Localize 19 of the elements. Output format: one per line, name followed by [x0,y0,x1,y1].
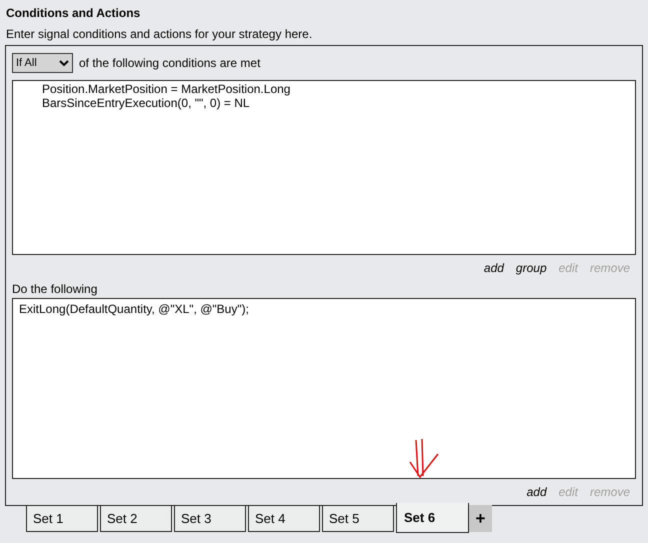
section-description: Enter signal conditions and actions for your strategy here. [6,26,314,43]
section-title: Conditions and Actions [6,5,142,22]
condition-caption: of the following conditions are met [79,55,260,72]
dropdown-caret-icon [59,60,69,66]
action-link[interactable]: add [526,483,547,502]
set-tab[interactable]: Set 4 [248,505,320,532]
action-line[interactable]: ExitLong(DefaultQuantity, @"XL", @"Buy"); [19,302,249,316]
action-link[interactable]: group [516,258,547,277]
action-link[interactable]: add [484,258,504,277]
set-tab[interactable]: Set 3 [174,505,246,532]
actions-caption: Do the following [12,280,98,297]
add-tab-button[interactable]: + [469,505,492,532]
condition-mode-dropdown[interactable]: If All [12,53,73,73]
condition-line[interactable]: BarsSinceEntryExecution(0, "", 0) = NL [42,96,250,110]
set-tab[interactable]: Set 1 [26,505,98,532]
set-tab[interactable]: Set 5 [322,505,394,532]
set-tab[interactable]: Set 2 [100,505,172,532]
condition-line[interactable]: Position.MarketPosition = MarketPosition.Long [42,82,290,96]
set-tab[interactable]: Set 6 [396,503,469,533]
